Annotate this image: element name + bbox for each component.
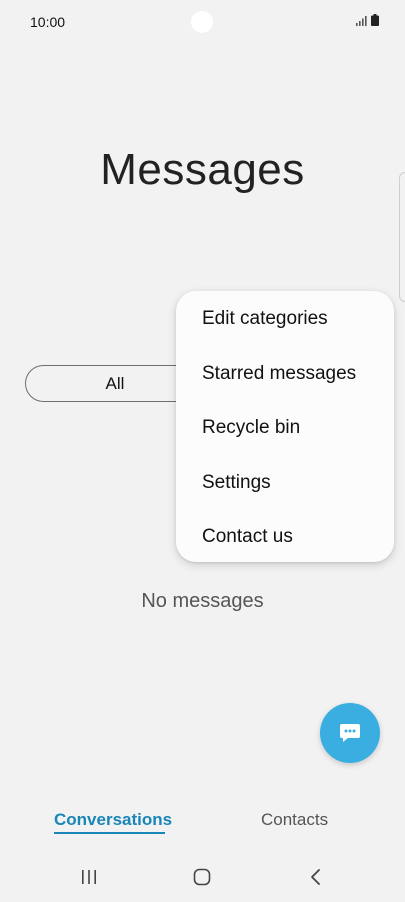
menu-item-edit-categories[interactable]: Edit categories bbox=[176, 292, 394, 347]
navigation-bar bbox=[0, 855, 405, 902]
compose-button[interactable] bbox=[320, 703, 380, 763]
recents-icon bbox=[82, 870, 96, 884]
bottom-tabs: Conversations Contacts bbox=[0, 800, 405, 840]
menu-item-recycle-bin[interactable]: Recycle bin bbox=[176, 401, 394, 456]
camera-cutout bbox=[191, 11, 213, 33]
menu-item-contact-us[interactable]: Contact us bbox=[176, 510, 394, 565]
signal-icon bbox=[356, 16, 367, 26]
menu-item-starred-messages[interactable]: Starred messages bbox=[176, 347, 394, 402]
edge-panel-handle[interactable] bbox=[399, 172, 405, 302]
chat-bubble-icon bbox=[340, 724, 360, 742]
tab-contacts[interactable]: Contacts bbox=[261, 810, 328, 830]
tab-conversations[interactable]: Conversations bbox=[54, 810, 172, 830]
back-icon bbox=[311, 869, 320, 885]
battery-icon bbox=[371, 14, 379, 26]
home-button[interactable] bbox=[182, 865, 222, 889]
tab-active-indicator bbox=[54, 832, 165, 834]
menu-item-settings[interactable]: Settings bbox=[176, 456, 394, 511]
home-icon bbox=[193, 868, 211, 886]
status-icons bbox=[356, 14, 379, 26]
status-bar: 10:00 bbox=[0, 0, 405, 44]
page-title: Messages bbox=[100, 145, 305, 194]
status-time: 10:00 bbox=[30, 14, 66, 30]
back-button[interactable] bbox=[296, 865, 336, 889]
overflow-menu: Edit categories Starred messages Recycle… bbox=[176, 291, 394, 562]
recents-button[interactable] bbox=[69, 865, 109, 889]
empty-state-text: No messages bbox=[141, 590, 264, 612]
